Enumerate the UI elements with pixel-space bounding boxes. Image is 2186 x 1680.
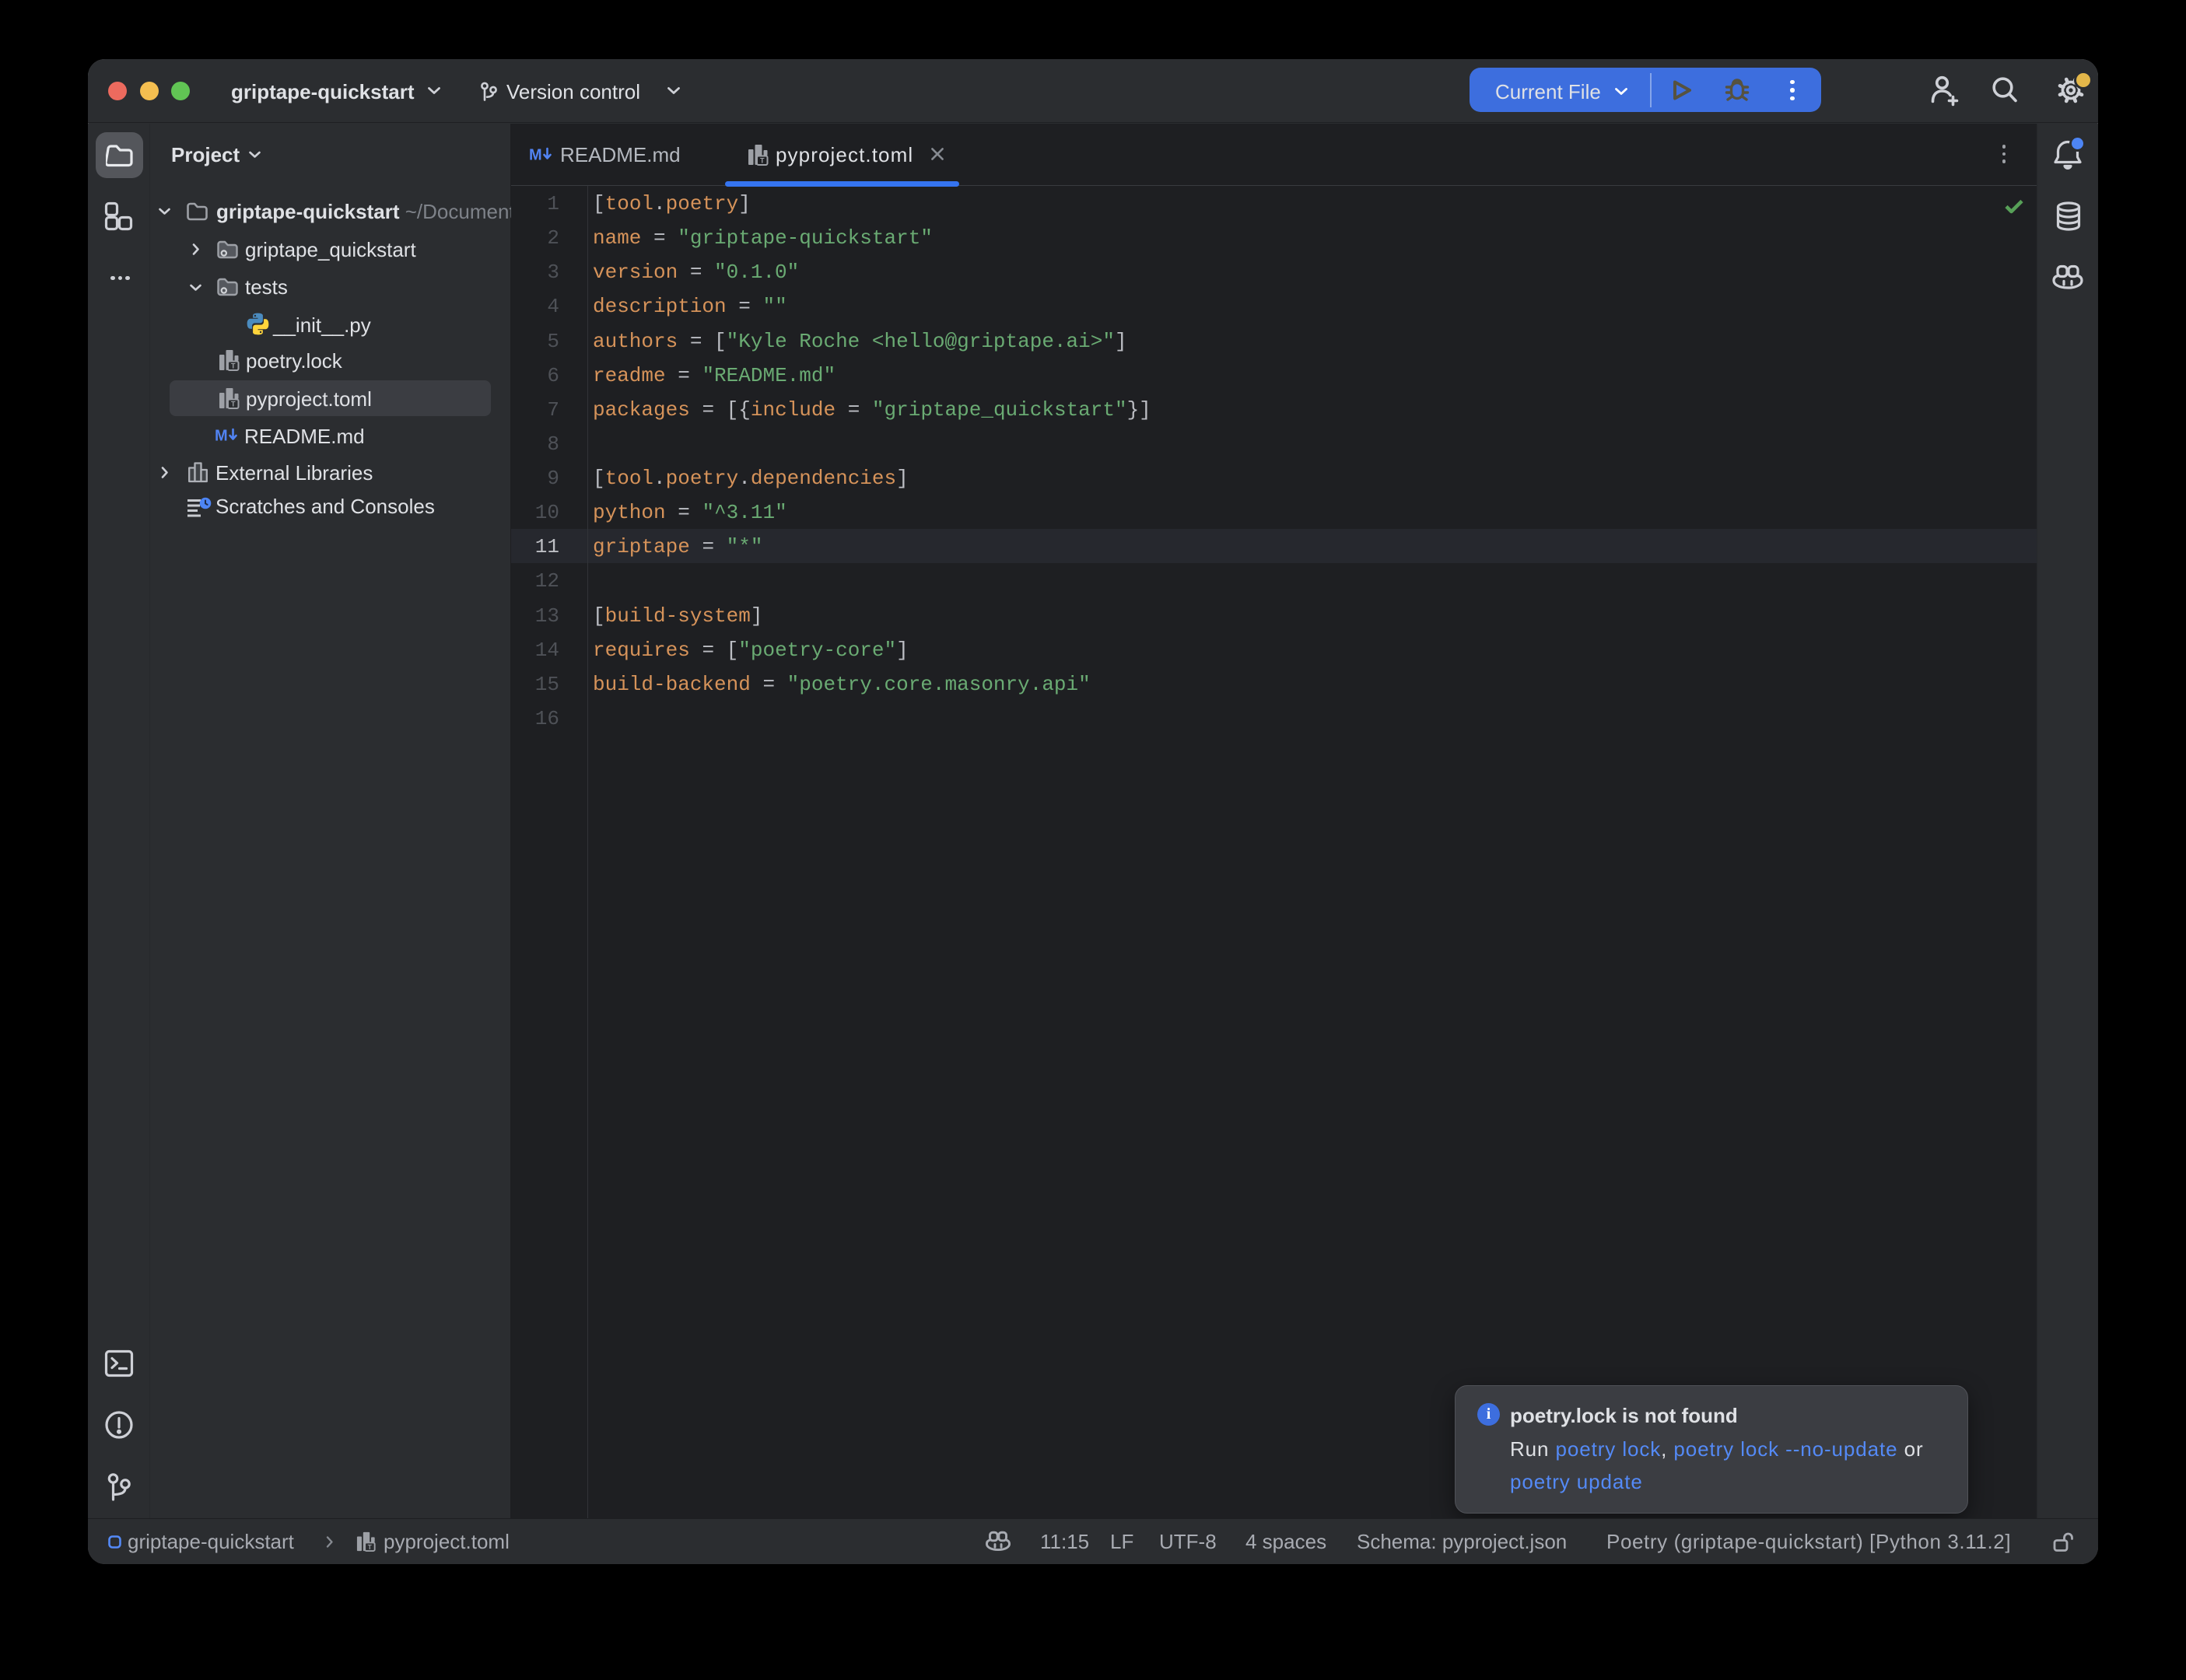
- svg-text:T: T: [368, 1543, 372, 1551]
- svg-text:M: M: [215, 428, 228, 445]
- svg-text:T: T: [760, 157, 765, 165]
- svg-text:M: M: [529, 147, 542, 164]
- svg-text:T: T: [231, 401, 236, 408]
- svg-text:T: T: [231, 362, 236, 370]
